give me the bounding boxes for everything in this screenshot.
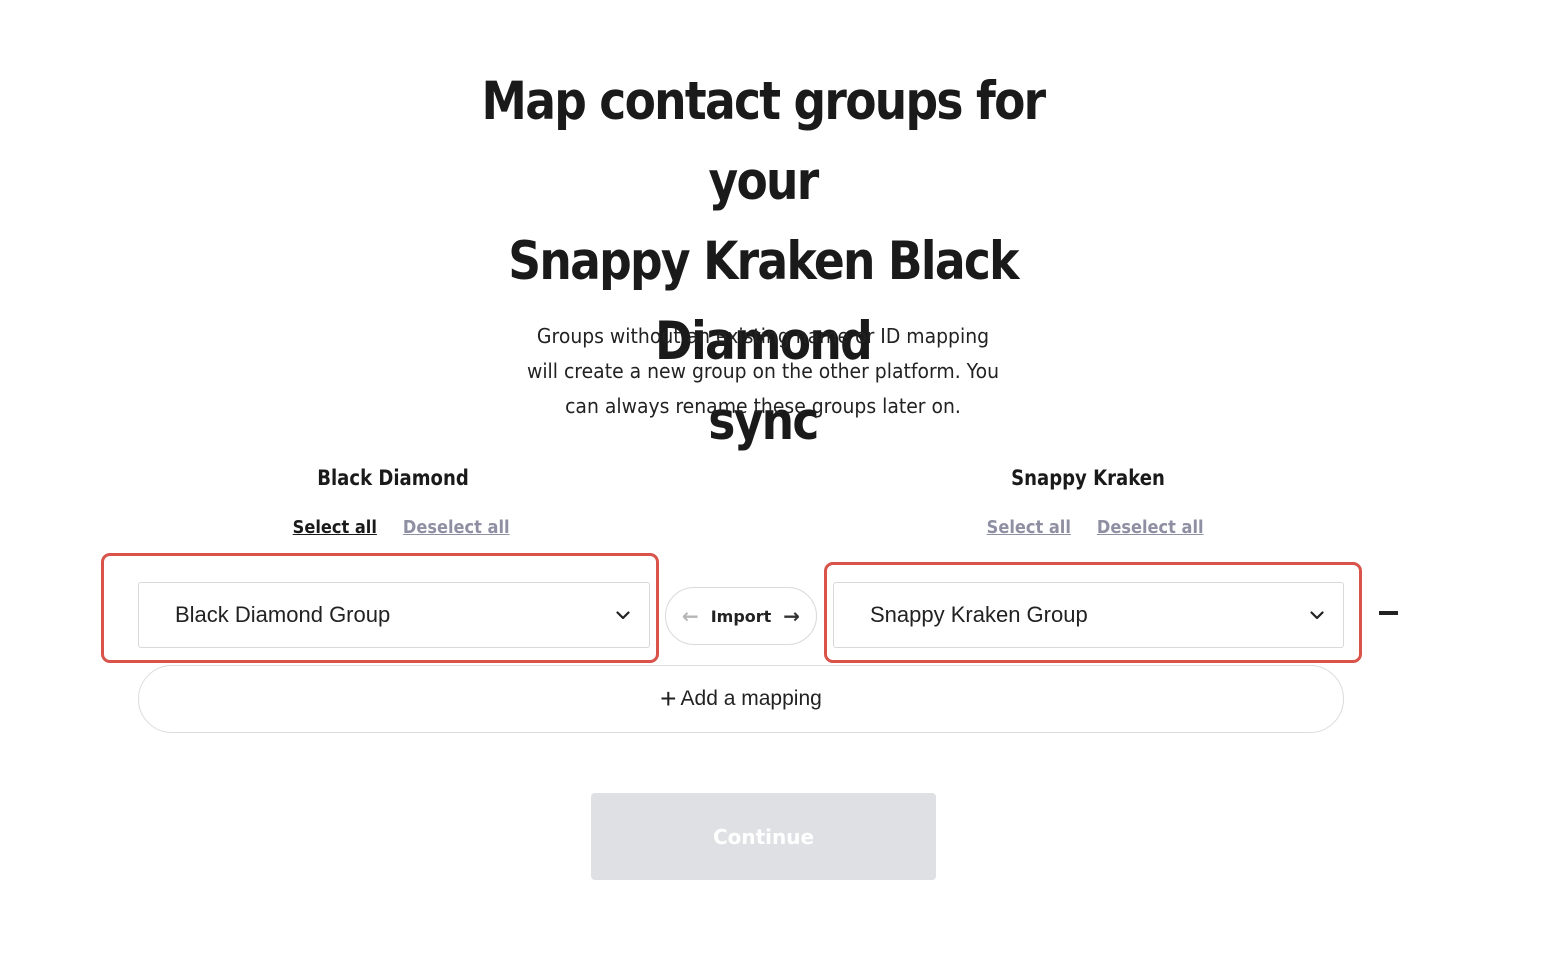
- black-diamond-column-heading: Black Diamond: [317, 466, 469, 490]
- black-diamond-select-all-link[interactable]: Select all: [293, 517, 377, 538]
- snappy-kraken-group-value: Snappy Kraken Group: [870, 602, 1088, 627]
- page-description: Groups without an existing name or ID ma…: [497, 319, 1029, 424]
- chevron-down-icon: [1309, 607, 1325, 623]
- black-diamond-selection-links: Select all Deselect all: [288, 517, 515, 538]
- add-mapping-label: Add a mapping: [680, 687, 822, 710]
- black-diamond-group-select[interactable]: Black Diamond Group: [138, 582, 650, 648]
- page-description-line-2: will create a new group on the other pla…: [526, 359, 1000, 383]
- plus-icon: +: [660, 683, 677, 714]
- page-title-line-1: Map contact groups for your: [481, 71, 1047, 212]
- page-description-line-3: can always rename these groups later on.: [565, 394, 961, 418]
- sync-direction-label: Import: [710, 606, 772, 626]
- snappy-kraken-group-select[interactable]: Snappy Kraken Group: [833, 582, 1344, 648]
- remove-mapping-icon[interactable]: [1379, 611, 1398, 615]
- sync-direction-toggle[interactable]: ← Import →: [665, 587, 817, 645]
- snappy-kraken-column-heading: Snappy Kraken: [1011, 466, 1165, 490]
- snappy-kraken-select-all-link[interactable]: Select all: [987, 517, 1071, 538]
- snappy-kraken-deselect-all-link[interactable]: Deselect all: [1097, 517, 1204, 538]
- page-description-line-1: Groups without an existing name or ID ma…: [536, 324, 990, 348]
- black-diamond-group-value: Black Diamond Group: [175, 602, 391, 627]
- continue-button[interactable]: Continue: [591, 793, 936, 880]
- arrow-right-icon: →: [783, 604, 801, 628]
- snappy-kraken-selection-links: Select all Deselect all: [982, 517, 1209, 538]
- add-mapping-button[interactable]: + Add a mapping: [138, 665, 1344, 733]
- chevron-down-icon: [615, 607, 631, 623]
- black-diamond-deselect-all-link[interactable]: Deselect all: [403, 517, 510, 538]
- arrow-left-icon: ←: [681, 604, 699, 628]
